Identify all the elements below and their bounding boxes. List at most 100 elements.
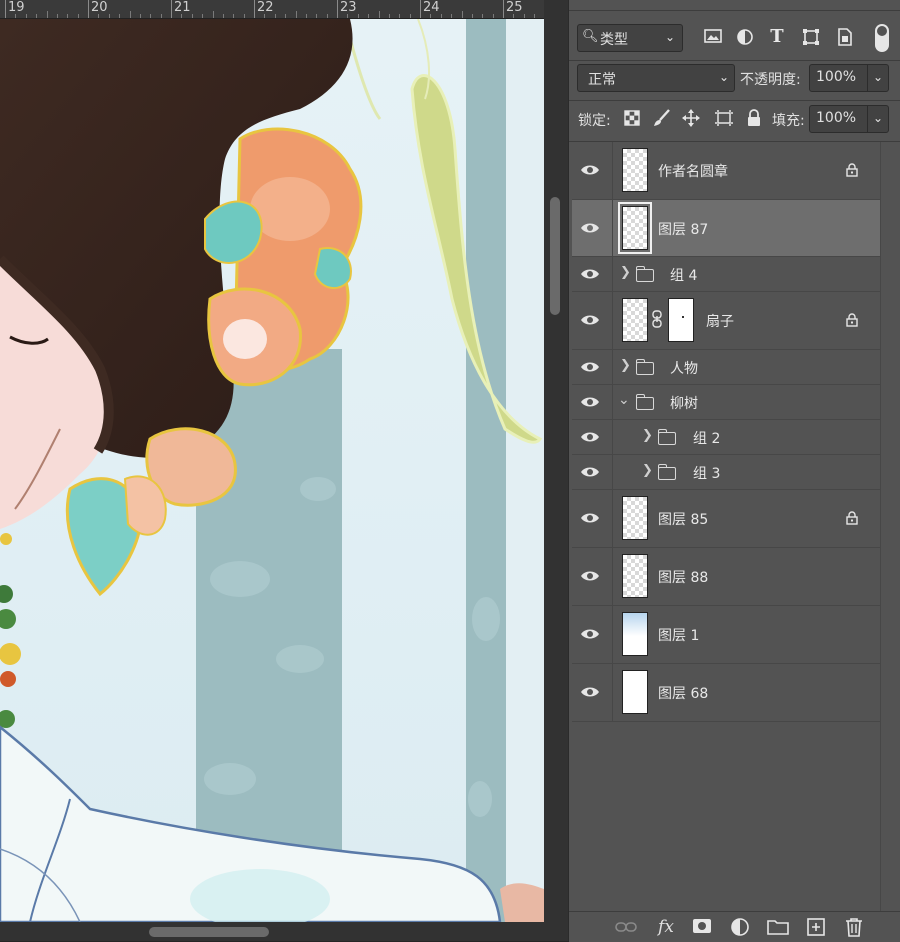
filter-kind-label: 类型 [600, 32, 628, 48]
folder-open-icon [635, 394, 654, 410]
layer-row[interactable]: 扇子 [572, 292, 880, 350]
layer-row[interactable]: 图层 68 [572, 664, 880, 722]
lock-position-icon[interactable] [682, 109, 700, 131]
fx-icon[interactable]: fx [655, 917, 677, 937]
fill-input[interactable]: 100% ⌄ [809, 105, 889, 133]
layer-group-row[interactable]: ❯ 人物 [572, 350, 880, 385]
ruler-number: 22 [257, 0, 274, 15]
ruler-minor-tick [451, 14, 453, 18]
vertical-scroll-thumb[interactable] [550, 197, 560, 315]
layer-group-row[interactable]: ❯ 组 2 [572, 420, 880, 455]
layer-name: 图层 88 [658, 570, 709, 586]
lock-transparent-pixels-icon[interactable] [623, 110, 641, 130]
shape-filter-icon[interactable] [801, 28, 821, 50]
vertical-scrollbar[interactable] [544, 0, 568, 922]
ruler-minor-tick [233, 14, 235, 18]
layer-row[interactable]: 图层 1 [572, 606, 880, 664]
visibility-eye-icon[interactable] [580, 268, 600, 280]
ruler-number: 23 [340, 0, 357, 15]
ruler-major-tick [420, 0, 421, 18]
layer-group-row[interactable]: ❯ 组 4 [572, 257, 880, 292]
mask-link-icon[interactable] [650, 310, 664, 332]
visibility-eye-icon[interactable] [580, 570, 600, 582]
ruler-minor-tick [285, 14, 287, 18]
layer-lock-icon [846, 163, 858, 177]
new-layer-icon[interactable] [805, 917, 827, 937]
ruler-minor-tick [430, 14, 432, 18]
link-layers-icon[interactable] [615, 917, 637, 937]
visibility-eye-icon[interactable] [580, 396, 600, 408]
layer-row[interactable]: 图层 88 [572, 548, 880, 606]
layer-lock-icon [846, 313, 858, 327]
chevron-down-icon: ⌄ [718, 70, 730, 84]
document-canvas[interactable] [0, 19, 544, 922]
ruler-number: 20 [91, 0, 108, 15]
opacity-input[interactable]: 100% ⌄ [809, 64, 889, 92]
ruler-minor-tick [492, 14, 494, 18]
ruler-minor-tick [108, 14, 110, 18]
visibility-eye-icon[interactable] [580, 222, 600, 234]
visibility-eye-icon[interactable] [580, 466, 600, 478]
ruler-number: 21 [174, 0, 191, 15]
ruler-minor-tick [202, 14, 204, 18]
add-mask-icon[interactable] [691, 917, 713, 937]
new-group-icon[interactable] [767, 917, 789, 937]
lock-artboard-icon[interactable] [714, 109, 733, 131]
ruler-minor-tick [378, 11, 380, 18]
chevron-down-icon[interactable]: ⌄ [618, 392, 630, 408]
ruler-minor-tick [409, 14, 411, 18]
blend-mode-select[interactable]: 正常 ⌄ [577, 64, 735, 92]
chevron-right-icon[interactable]: ❯ [620, 265, 631, 280]
ruler-minor-tick [523, 14, 525, 18]
adjustment-layer-icon[interactable] [729, 917, 751, 937]
visibility-eye-icon[interactable] [580, 361, 600, 373]
layer-row[interactable]: 图层 85 [572, 490, 880, 548]
chevron-down-icon[interactable]: ⌄ [871, 70, 885, 84]
folder-icon [657, 464, 676, 480]
layer-group-row[interactable]: ❯ 组 3 [572, 455, 880, 490]
group-name: 柳树 [670, 396, 698, 412]
horizontal-scrollbar[interactable] [0, 922, 568, 941]
panel-scroll-divider [880, 142, 881, 911]
lock-image-pixels-icon[interactable] [653, 109, 671, 131]
ruler-minor-tick [129, 11, 131, 18]
filter-toggle-icon[interactable] [875, 24, 889, 52]
layer-thumbnail [622, 148, 648, 192]
text-filter-icon[interactable]: T [767, 26, 787, 47]
visibility-eye-icon[interactable] [580, 512, 600, 524]
chevron-right-icon[interactable]: ❯ [620, 358, 631, 373]
visibility-eye-icon[interactable] [580, 164, 600, 176]
chevron-right-icon[interactable]: ❯ [642, 428, 653, 443]
smartobject-filter-icon[interactable] [835, 28, 855, 50]
ruler-minor-tick [222, 14, 224, 18]
ruler-minor-tick [98, 14, 100, 18]
ruler-minor-tick [212, 11, 214, 18]
chevron-down-icon[interactable]: ⌄ [871, 111, 885, 125]
visibility-eye-icon[interactable] [580, 431, 600, 443]
layer-thumbnail [622, 670, 648, 714]
ruler-minor-tick [67, 14, 69, 18]
ruler-minor-tick [368, 14, 370, 18]
horizontal-ruler: 19 20 21 22 23 24 25 [0, 0, 544, 19]
layer-mask-thumbnail[interactable] [668, 298, 694, 342]
lock-all-icon[interactable] [745, 109, 763, 131]
horizontal-scroll-thumb[interactable] [149, 927, 269, 937]
layer-row-selected[interactable]: 图层 87 [572, 200, 880, 257]
ruler-minor-tick [513, 14, 515, 18]
ruler-minor-tick [181, 14, 183, 18]
visibility-eye-icon[interactable] [580, 314, 600, 326]
visibility-eye-icon[interactable] [580, 686, 600, 698]
ruler-minor-tick [461, 11, 463, 18]
ruler-minor-tick [243, 14, 245, 18]
chevron-right-icon[interactable]: ❯ [642, 463, 653, 478]
folder-icon [635, 266, 654, 282]
adjustment-filter-icon[interactable] [735, 28, 755, 50]
ruler-minor-tick [25, 14, 27, 18]
layer-row[interactable]: 作者名圆章 [572, 142, 880, 200]
visibility-eye-icon[interactable] [580, 628, 600, 640]
image-filter-icon[interactable] [703, 28, 723, 48]
layer-group-row[interactable]: ⌄ 柳树 [572, 385, 880, 420]
layer-filter-kind-select[interactable]: 🔍︎ 类型 ⌄ [577, 24, 683, 52]
divider [569, 60, 900, 61]
delete-layer-icon[interactable] [843, 917, 865, 937]
